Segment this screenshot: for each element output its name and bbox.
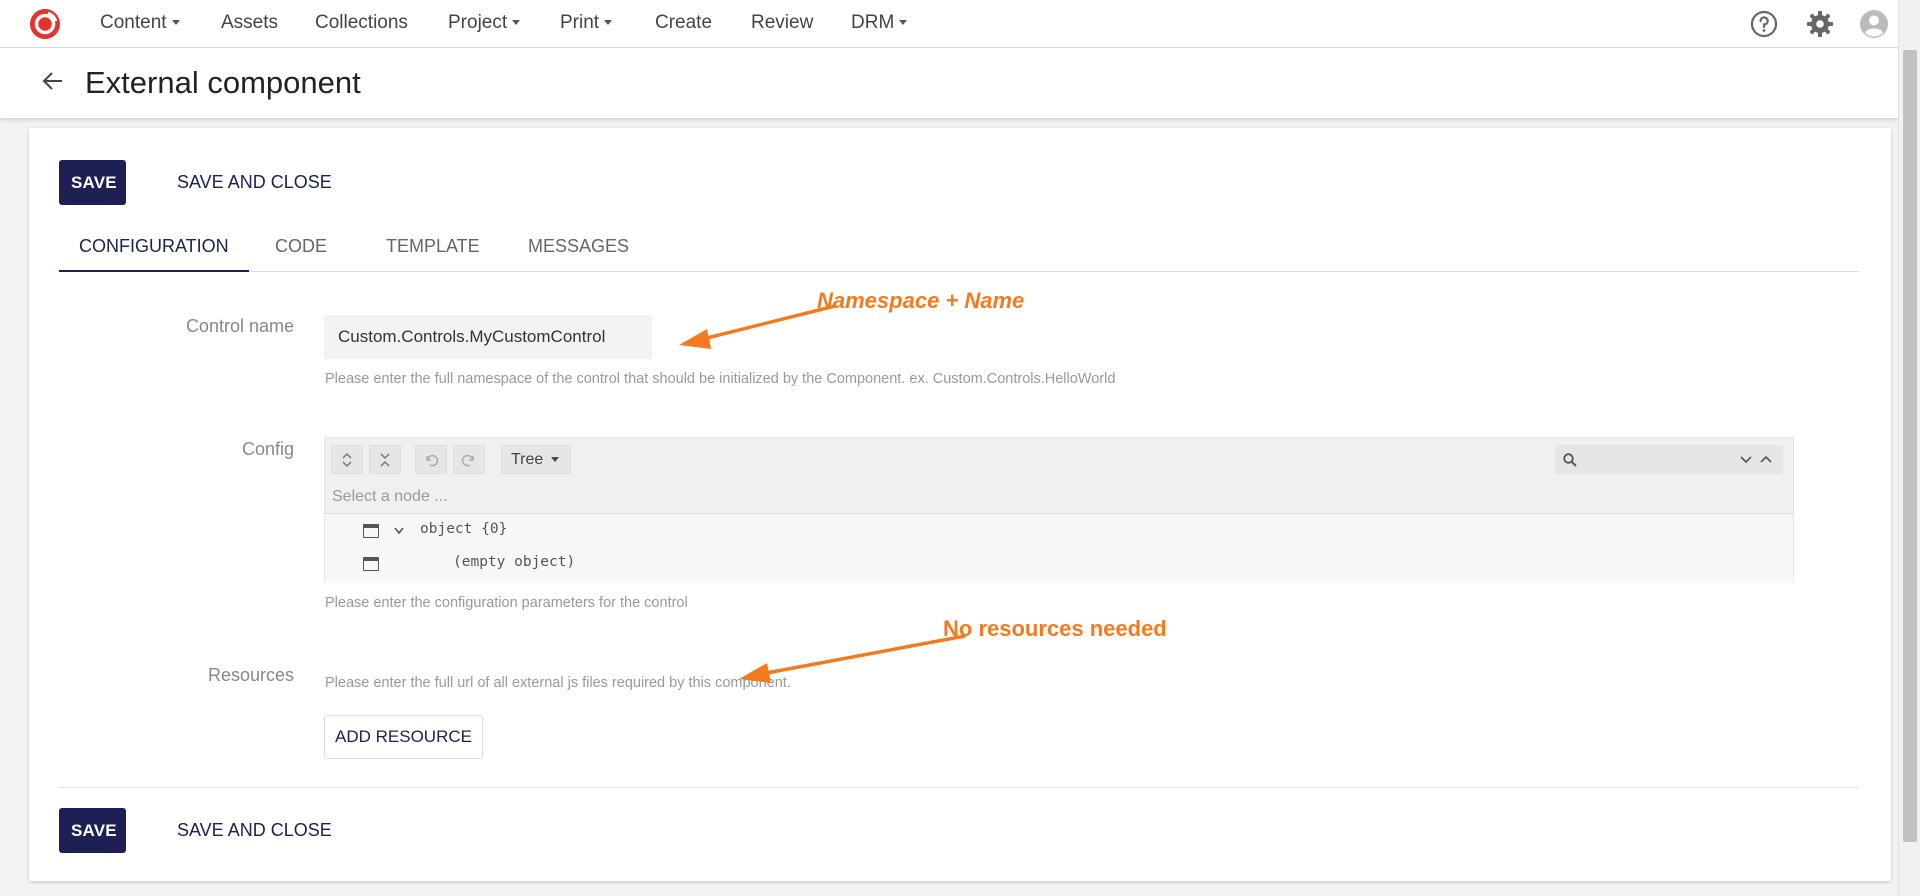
nav-item-label: Print [560, 12, 600, 33]
caret-down-icon [604, 20, 613, 26]
user-avatar-icon[interactable] [1859, 9, 1889, 39]
control-name-label: Control name [185, 316, 294, 336]
page-title: External component [85, 65, 361, 100]
search-previous-icon[interactable] [1759, 454, 1773, 466]
nav-item-collections[interactable]: Collections [315, 12, 408, 34]
tab-bar: CONFIGURATION CODE TEMPLATE MESSAGES [59, 226, 1859, 272]
top-navbar: Content Assets Collections Project Print… [0, 0, 1898, 48]
tab-messages[interactable]: MESSAGES [508, 226, 649, 272]
nav-item-create[interactable]: Create [655, 12, 712, 34]
json-editor: Tree Select a node ... object {0} (empty… [324, 437, 1794, 582]
nav-item-assets[interactable]: Assets [221, 12, 278, 34]
json-tree-node-label: (empty object) [453, 554, 576, 570]
annotation-resources: No resources needed [943, 616, 1167, 641]
tab-configuration[interactable]: CONFIGURATION [59, 226, 249, 272]
chevron-down-icon[interactable] [393, 526, 405, 536]
nav-item-label: Collections [315, 12, 408, 33]
undo-icon[interactable] [415, 445, 447, 474]
nav-item-content[interactable]: Content [100, 12, 180, 34]
nav-item-review[interactable]: Review [751, 12, 813, 34]
config-hint: Please enter the configuration parameter… [325, 595, 688, 611]
json-search-box[interactable] [1555, 445, 1783, 474]
page-header: External component [0, 48, 1898, 118]
nav-item-label: Review [751, 12, 814, 33]
page-scrollbar[interactable] [1898, 0, 1920, 896]
help-icon[interactable] [1749, 9, 1779, 39]
search-next-icon[interactable] [1739, 454, 1753, 466]
nav-item-print[interactable]: Print [560, 12, 613, 34]
redo-icon[interactable] [453, 445, 485, 474]
editor-card: SAVE SAVE AND CLOSE CONFIGURATION CODE T… [29, 128, 1891, 881]
context-menu-icon[interactable] [363, 557, 379, 571]
nav-item-label: Assets [221, 12, 279, 33]
collapse-all-icon[interactable] [369, 445, 401, 474]
expand-all-icon[interactable] [331, 445, 363, 474]
app-logo-icon[interactable] [28, 7, 62, 41]
json-tree-row[interactable]: (empty object) [325, 548, 1793, 580]
json-navigation-bar[interactable]: Select a node ... [325, 480, 1793, 514]
annotation-arrow-icon [739, 634, 966, 683]
control-name-input[interactable] [324, 315, 652, 359]
json-tree: object {0} (empty object) [325, 515, 1793, 582]
json-editor-toolbar: Tree [325, 438, 1793, 480]
save-and-close-button[interactable]: SAVE AND CLOSE [165, 160, 344, 205]
config-label: Config [241, 439, 294, 459]
json-tree-node-label: object {0} [420, 521, 508, 537]
context-menu-icon[interactable] [363, 524, 379, 538]
tab-code[interactable]: CODE [255, 226, 347, 272]
annotation-namespace: Namespace + Name [817, 288, 1025, 313]
caret-down-icon [171, 20, 180, 26]
scrollbar-thumb[interactable] [1903, 50, 1917, 842]
nav-item-project[interactable]: Project [448, 12, 521, 34]
json-navigation-placeholder: Select a node ... [332, 488, 448, 505]
save-button-bottom[interactable]: SAVE [59, 808, 126, 853]
resources-label: Resources [207, 665, 294, 685]
save-button[interactable]: SAVE [59, 160, 126, 205]
tab-template[interactable]: TEMPLATE [366, 226, 500, 272]
back-arrow-icon[interactable] [40, 68, 66, 94]
caret-down-icon [551, 457, 560, 463]
nav-item-label: DRM [851, 12, 895, 33]
add-resource-button[interactable]: ADD RESOURCE [324, 715, 483, 759]
save-and-close-button-bottom[interactable]: SAVE AND CLOSE [165, 808, 344, 853]
divider [59, 787, 1859, 788]
gear-icon[interactable] [1805, 9, 1835, 39]
caret-down-icon [512, 20, 521, 26]
control-name-hint: Please enter the full namespace of the c… [325, 371, 1116, 387]
json-mode-label: Tree [511, 451, 544, 468]
nav-item-label: Create [655, 12, 713, 33]
json-tree-row[interactable]: object {0} [325, 515, 1793, 547]
caret-down-icon [899, 20, 908, 26]
nav-item-label: Content [100, 12, 167, 33]
nav-item-label: Project [448, 12, 508, 33]
nav-item-drm[interactable]: DRM [851, 12, 908, 34]
search-icon [1563, 453, 1577, 467]
json-mode-dropdown[interactable]: Tree [501, 445, 571, 474]
